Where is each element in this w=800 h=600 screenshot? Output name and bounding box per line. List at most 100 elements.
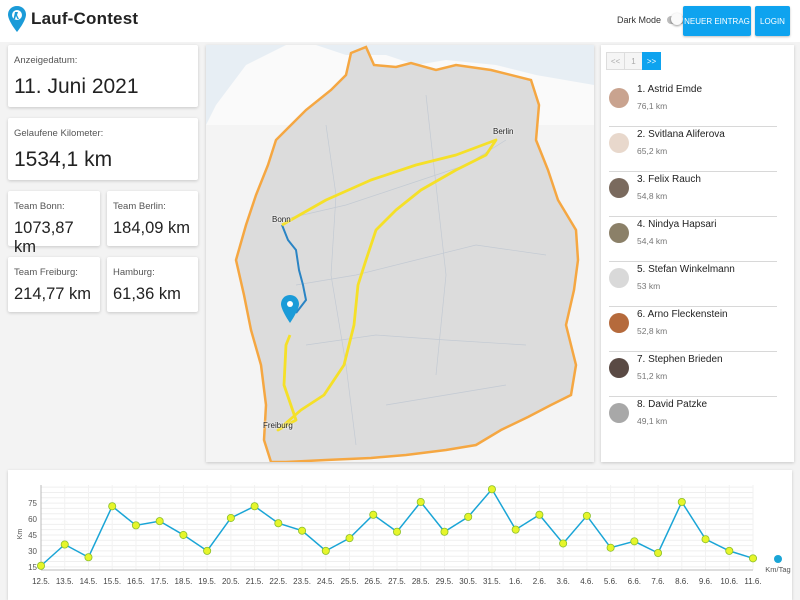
x-tick-label: 22.5.: [269, 577, 287, 586]
team-card-bonn: Team Bonn: 1073,87 km: [8, 191, 100, 256]
data-point: [725, 546, 734, 555]
runner-name: 8. David Patzke: [637, 399, 708, 410]
runner-km: 76,1 km: [637, 101, 668, 111]
data-point: [226, 513, 235, 522]
data-point: [203, 546, 212, 555]
data-point: [630, 537, 639, 546]
data-point: [369, 510, 378, 519]
x-tick-label: 14.5.: [80, 577, 98, 586]
route-map[interactable]: Berlin Bonn Freiburg: [206, 45, 594, 462]
y-tick-label: 60: [28, 515, 37, 524]
x-tick-label: 24.5.: [317, 577, 335, 586]
runner-km: 54,8 km: [637, 191, 668, 201]
x-tick-label: 15.5.: [103, 577, 121, 586]
team-card-hamburg: Hamburg: 61,36 km: [107, 257, 198, 312]
date-value: 11. Juni 2021: [14, 75, 139, 98]
avatar: [609, 313, 629, 333]
runner-km: 54,4 km: [637, 236, 668, 246]
y-tick-label: 15: [28, 563, 37, 572]
runner-name: 2. Svitlana Aliferova: [637, 129, 725, 140]
app-logo[interactable]: Lauf-Contest: [8, 6, 138, 32]
avatar: [609, 358, 629, 378]
data-point: [155, 517, 164, 526]
x-tick-label: 7.6.: [651, 577, 664, 586]
x-tick-label: 17.5.: [151, 577, 169, 586]
legend-marker: [774, 555, 782, 563]
data-point: [606, 543, 615, 552]
leaderboard: << 1 >> 1. Astrid Emde 76,1 km 2. Svitlana…: [601, 45, 794, 462]
x-tick-label: 18.5.: [175, 577, 193, 586]
x-tick-label: 8.6.: [675, 577, 688, 586]
runner-row[interactable]: 5. Stefan Winkelmann 53 km: [609, 262, 777, 307]
app-header: Lauf-Contest Dark Mode NEUER EINTRAG LOG…: [0, 0, 800, 42]
map-canvas[interactable]: [206, 45, 594, 462]
map-pin-icon: [8, 6, 26, 32]
x-tick-label: 6.6.: [628, 577, 641, 586]
team-label: Team Berlin:: [113, 201, 166, 212]
x-tick-label: 13.5.: [56, 577, 74, 586]
x-tick-label: 26.5.: [364, 577, 382, 586]
data-point: [749, 554, 758, 563]
avatar: [609, 88, 629, 108]
data-point: [179, 530, 188, 539]
dark-mode-control: Dark Mode: [617, 13, 686, 25]
x-tick-label: 3.6.: [556, 577, 569, 586]
dark-mode-label: Dark Mode: [617, 15, 662, 25]
team-value: 214,77 km: [14, 285, 92, 303]
new-entry-button[interactable]: NEUER EINTRAG: [683, 6, 751, 36]
legend-label: Km/Tag: [765, 565, 791, 574]
runner-row[interactable]: 8. David Patzke 49,1 km: [609, 397, 777, 442]
avatar: [609, 133, 629, 153]
data-point: [321, 546, 330, 555]
y-tick-label: 30: [28, 547, 37, 556]
runner-row[interactable]: 2. Svitlana Aliferova 65,2 km: [609, 127, 777, 172]
date-card: Anzeigedatum: 11. Juni 2021: [8, 45, 198, 107]
avatar: [609, 268, 629, 288]
data-point: [108, 502, 117, 511]
x-tick-label: 30.5.: [459, 577, 477, 586]
runner-row[interactable]: 7. Stephen Brieden 51,2 km: [609, 352, 777, 397]
runner-row[interactable]: 6. Arno Fleckenstein 52,8 km: [609, 307, 777, 352]
line-chart: 15 30 45 60 75 Km 12.5. 13.5. 14.5. 15.5. 16.5. 17.…: [17, 485, 762, 586]
avatar: [609, 178, 629, 198]
x-tick-label: 19.5.: [198, 577, 216, 586]
data-point: [392, 527, 401, 536]
runner-name: 7. Stephen Brieden: [637, 354, 723, 365]
data-point: [582, 511, 591, 520]
data-point: [36, 561, 45, 570]
runner-km: 49,1 km: [637, 416, 668, 426]
team-label: Hamburg:: [113, 267, 155, 278]
runner-km: 51,2 km: [637, 371, 668, 381]
next-page-button[interactable]: >>: [642, 52, 661, 70]
total-km-value: 1534,1 km: [14, 148, 113, 171]
runner-row[interactable]: 1. Astrid Emde 76,1 km: [609, 82, 777, 127]
runner-row[interactable]: 4. Nindya Hapsari 54,4 km: [609, 217, 777, 262]
first-page-button[interactable]: <<: [606, 52, 625, 70]
runner-name: 3. Felix Rauch: [637, 174, 701, 185]
germany-shape: [234, 45, 580, 462]
runner-name: 1. Astrid Emde: [637, 84, 703, 95]
team-label: Team Bonn:: [14, 201, 65, 212]
x-tick-label: 25.5.: [341, 577, 359, 586]
x-tick-label: 5.6.: [604, 577, 617, 586]
runner-km: 65,2 km: [637, 146, 668, 156]
data-point: [535, 510, 544, 519]
data-point: [677, 497, 686, 506]
city-label-berlin: Berlin: [493, 127, 514, 136]
data-point: [298, 526, 307, 535]
page-number-button[interactable]: 1: [624, 52, 643, 70]
x-tick-label: 21.5.: [246, 577, 264, 586]
data-point: [487, 485, 496, 494]
login-button[interactable]: LOGIN: [755, 6, 790, 36]
daily-km-chart: 15 30 45 60 75 Km 12.5. 13.5. 14.5. 15.5. 16.5. 17.…: [8, 470, 792, 600]
runner-row[interactable]: 3. Felix Rauch 54,8 km: [609, 172, 777, 217]
data-point: [511, 525, 520, 534]
data-point: [345, 534, 354, 543]
pagination: << 1 >>: [606, 52, 661, 70]
runner-km: 52,8 km: [637, 326, 668, 336]
x-tick-label: 16.5.: [127, 577, 145, 586]
city-label-freiburg: Freiburg: [263, 421, 293, 430]
x-tick-label: 28.5.: [412, 577, 430, 586]
chart-legend[interactable]: Km/Tag: [760, 555, 796, 574]
total-km-label: Gelaufene Kilometer:: [14, 128, 104, 139]
